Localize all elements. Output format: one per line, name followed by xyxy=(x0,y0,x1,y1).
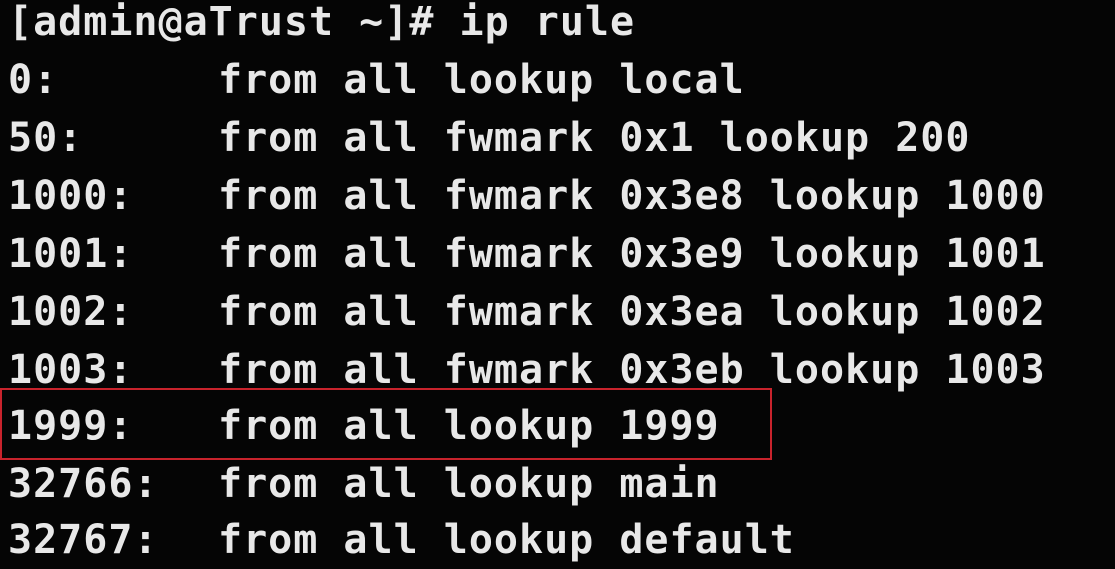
rule-line-highlighted: 1999: from all lookup 1999 xyxy=(8,398,720,454)
rule-text: from all fwmark 0x3eb lookup 1003 xyxy=(218,347,1046,393)
rule-line: 50: from all fwmark 0x1 lookup 200 xyxy=(8,110,970,166)
terminal-window[interactable]: [admin@aTrust ~]# ip rule 0: from all loo… xyxy=(0,0,1115,569)
rule-priority: 1002: xyxy=(8,289,134,335)
rule-priority: 50: xyxy=(8,115,84,161)
rule-priority: 1003: xyxy=(8,347,134,393)
rule-text: from all fwmark 0x3e8 lookup 1000 xyxy=(218,173,1046,219)
rule-line: 0: from all lookup local xyxy=(8,52,745,108)
rule-text: from all fwmark 0x3e9 lookup 1001 xyxy=(218,231,1046,277)
rule-text: from all lookup 1999 xyxy=(218,403,720,449)
rule-text: from all lookup default xyxy=(218,517,795,563)
shell-prompt: [admin@aTrust ~]# xyxy=(8,0,460,45)
rule-line: 32767: from all lookup default xyxy=(8,512,795,568)
rule-priority: 0: xyxy=(8,57,59,103)
rule-priority: 1999: xyxy=(8,403,134,449)
rule-priority: 1000: xyxy=(8,173,134,219)
rule-text: from all fwmark 0x1 lookup 200 xyxy=(218,115,971,161)
rule-line: 1003: from all fwmark 0x3eb lookup 1003 xyxy=(8,342,1046,398)
rule-text: from all lookup main xyxy=(218,461,720,507)
rule-priority: 1001: xyxy=(8,231,134,277)
command-line: [admin@aTrust ~]# ip rule xyxy=(8,0,635,50)
rule-priority: 32766: xyxy=(8,461,159,507)
rule-line: 1002: from all fwmark 0x3ea lookup 1002 xyxy=(8,284,1046,340)
rule-line: 1000: from all fwmark 0x3e8 lookup 1000 xyxy=(8,168,1046,224)
rule-priority: 32767: xyxy=(8,517,159,563)
rule-text: from all lookup local xyxy=(218,57,745,103)
rule-text: from all fwmark 0x3ea lookup 1002 xyxy=(218,289,1046,335)
rule-line: 1001: from all fwmark 0x3e9 lookup 1001 xyxy=(8,226,1046,282)
rule-line: 32766: from all lookup main xyxy=(8,456,720,512)
command-text: ip rule xyxy=(459,0,636,45)
